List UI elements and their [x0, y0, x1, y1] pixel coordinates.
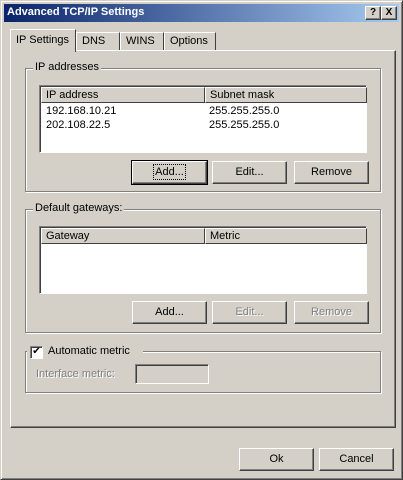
default-gateways-label: Default gateways: — [33, 202, 125, 214]
edit-gateway-button[interactable]: Edit... — [212, 301, 287, 324]
edit-ip-button[interactable]: Edit... — [212, 161, 287, 184]
default-gateways-group: Default gateways: Gateway Metric Add... … — [25, 202, 381, 333]
title-bar[interactable]: Advanced TCP/IP Settings ? X — [4, 4, 399, 22]
remove-ip-button[interactable]: Remove — [294, 161, 369, 184]
add-ip-label: Add... — [153, 164, 186, 180]
interface-metric-input[interactable] — [135, 364, 209, 384]
cancel-button[interactable]: Cancel — [319, 448, 394, 471]
add-gateway-button[interactable]: Add... — [132, 301, 207, 324]
list-item[interactable]: 202.108.22.5 255.255.255.0 — [41, 119, 361, 133]
help-button[interactable]: ? — [365, 6, 381, 20]
list-item[interactable]: 192.168.10.21 255.255.255.0 — [41, 105, 361, 119]
ip-list-header: IP address Subnet mask — [41, 87, 367, 103]
add-ip-button[interactable]: Add... — [131, 160, 208, 185]
gateway-list[interactable]: Gateway Metric — [39, 226, 367, 294]
column-subnet-mask[interactable]: Subnet mask — [205, 87, 367, 103]
ip-addresses-label: IP addresses — [33, 61, 102, 73]
gateway-list-header: Gateway Metric — [41, 228, 367, 244]
window-title: Advanced TCP/IP Settings — [7, 6, 145, 18]
close-button[interactable]: X — [381, 6, 397, 20]
subnet-mask-value: 255.255.255.0 — [209, 105, 280, 117]
tab-ip-settings[interactable]: IP Settings — [10, 29, 76, 52]
automatic-metric-label[interactable]: Automatic metric — [46, 345, 132, 357]
interface-metric-label: Interface metric: — [36, 368, 115, 380]
ip-address-value: 202.108.22.5 — [46, 119, 111, 131]
column-gateway[interactable]: Gateway — [41, 228, 205, 244]
tab-options[interactable]: Options — [164, 32, 216, 50]
ip-addresses-group: IP addresses IP address Subnet mask 192.… — [25, 61, 381, 192]
tab-dns[interactable]: DNS — [76, 32, 120, 50]
subnet-mask-value: 255.255.255.0 — [209, 119, 280, 131]
metric-group: ✔ Automatic metric Interface metric: — [25, 345, 381, 393]
ok-button[interactable]: Ok — [239, 448, 314, 471]
column-metric[interactable]: Metric — [205, 228, 367, 244]
column-ip-address[interactable]: IP address — [41, 87, 205, 103]
ip-address-value: 192.168.10.21 — [46, 105, 117, 117]
tab-panel-ip-settings: IP addresses IP address Subnet mask 192.… — [10, 50, 396, 428]
remove-gateway-button[interactable]: Remove — [294, 301, 369, 324]
tab-wins[interactable]: WINS — [120, 32, 164, 50]
ip-address-list[interactable]: IP address Subnet mask 192.168.10.21 255… — [39, 85, 367, 153]
automatic-metric-checkbox[interactable]: ✔ — [30, 346, 43, 359]
dialog-window: Advanced TCP/IP Settings ? X IP Settings… — [0, 0, 403, 480]
